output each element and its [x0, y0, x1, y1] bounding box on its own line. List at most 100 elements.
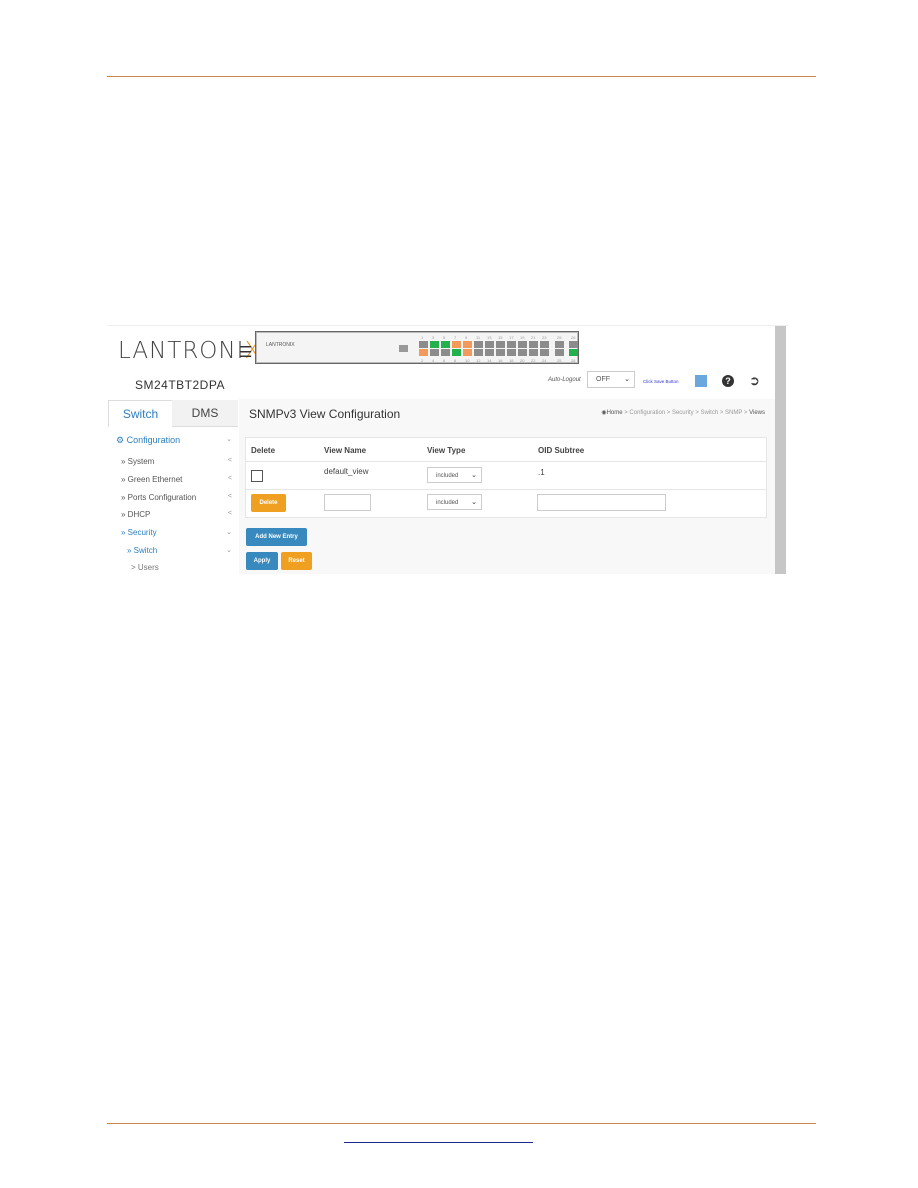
gear-icon: ⚙	[116, 435, 125, 445]
port-bottom[interactable]	[507, 349, 516, 356]
table-row: default_view included ⌄ .1	[246, 462, 766, 490]
port-label: 17	[509, 335, 514, 340]
breadcrumb-item[interactable]: Security	[672, 410, 694, 416]
sidebar-item-label: » Ports Configuration	[121, 493, 197, 502]
new-view-type-select[interactable]: included ⌄	[427, 494, 482, 510]
breadcrumb-item[interactable]: Switch	[701, 410, 719, 416]
sidebar-item-label: Configuration	[126, 435, 181, 445]
auto-logout-label: Auto-Logout	[548, 377, 581, 383]
port-bottom[interactable]	[485, 349, 494, 356]
delete-entry-button[interactable]: Delete	[251, 494, 286, 512]
auto-logout-select[interactable]: OFF ⌄	[587, 371, 635, 388]
port-label: 24	[542, 358, 547, 363]
sidebar-item-dhcp[interactable]: » DHCP <	[121, 510, 238, 519]
device-panel: LANTRONIX 1 2 3 4 5 6 7 8 9 10 11 12 13 14 15 16 17 18 19 2…	[255, 331, 579, 364]
chevron-down-icon: ⌄	[226, 547, 232, 554]
add-new-entry-button[interactable]: Add New Entry	[246, 528, 307, 546]
port-label: 13	[487, 335, 492, 340]
view-name: default_view	[324, 467, 369, 476]
page-title: SNMPv3 View Configuration	[249, 407, 401, 421]
logout-icon[interactable]: ➲	[749, 373, 760, 389]
port-bottom[interactable]	[569, 349, 578, 356]
save-hint: Click Save Button	[643, 379, 679, 384]
port-top[interactable]	[555, 341, 564, 348]
port-top[interactable]	[430, 341, 439, 348]
port-label: 3	[432, 335, 435, 340]
port-label: 2	[421, 358, 424, 363]
delete-checkbox[interactable]	[251, 470, 263, 482]
port-bottom[interactable]	[430, 349, 439, 356]
auto-logout-value: OFF	[596, 376, 610, 383]
port-top[interactable]	[474, 341, 483, 348]
port-label: 21	[531, 335, 536, 340]
table-header: Delete View Name View Type OID Subtree	[246, 438, 766, 462]
sidebar-item-green-ethernet[interactable]: » Green Ethernet <	[121, 475, 238, 484]
port-bottom[interactable]	[540, 349, 549, 356]
footer-rule	[107, 1123, 816, 1124]
port-label: 20	[520, 358, 525, 363]
port-bottom[interactable]	[529, 349, 538, 356]
breadcrumb-current: Views	[749, 410, 765, 416]
port-bottom[interactable]	[463, 349, 472, 356]
port-label: 26	[571, 335, 576, 340]
port-top[interactable]	[452, 341, 461, 348]
port-top[interactable]	[529, 341, 538, 348]
breadcrumb-home[interactable]: Home	[607, 410, 623, 416]
sidebar-item-ports-configuration[interactable]: » Ports Configuration <	[121, 493, 238, 502]
sidebar-item-configuration[interactable]: ⚙ Configuration ⌄	[116, 435, 238, 446]
breadcrumb-item[interactable]: Configuration	[629, 410, 665, 416]
oid-subtree: .1	[538, 468, 545, 477]
sidebar-item-label: » Green Ethernet	[121, 475, 183, 484]
panel-logo: LANTRONIX	[266, 342, 295, 348]
scrollbar[interactable]	[775, 326, 786, 574]
sidebar-item-system[interactable]: » System <	[121, 457, 238, 466]
port-label: 4	[432, 358, 435, 363]
chevron-left-icon: <	[227, 493, 232, 500]
port-bottom[interactable]	[452, 349, 461, 356]
port-bottom[interactable]	[555, 349, 564, 356]
breadcrumb: ◉Home > Configuration > Security > Switc…	[601, 410, 765, 416]
port-label: 5	[443, 335, 446, 340]
port-top[interactable]	[463, 341, 472, 348]
port-label: 16	[498, 358, 503, 363]
chevron-down-icon: ⌄	[471, 499, 477, 506]
oid-subtree-input[interactable]	[537, 494, 666, 511]
chevron-down-icon: ⌄	[624, 376, 630, 383]
port-top[interactable]	[518, 341, 527, 348]
port-top[interactable]	[540, 341, 549, 348]
help-icon[interactable]: ?	[722, 375, 734, 387]
save-icon[interactable]	[695, 375, 707, 387]
port-top[interactable]	[507, 341, 516, 348]
sidebar-item-users[interactable]: > Users	[131, 563, 238, 572]
sidebar-item-switch[interactable]: » Switch ⌄	[127, 546, 238, 555]
port-bottom[interactable]	[441, 349, 450, 356]
sidebar-item-label: » DHCP	[121, 510, 151, 519]
tab-switch[interactable]: Switch	[108, 400, 173, 427]
footer-link-underline[interactable]	[344, 1142, 533, 1143]
port-bottom[interactable]	[419, 349, 428, 356]
port-top[interactable]	[441, 341, 450, 348]
sidebar-item-label: > Users	[131, 563, 159, 572]
port-bottom[interactable]	[496, 349, 505, 356]
port-label: 22	[531, 358, 536, 363]
sidebar-item-security[interactable]: » Security ⌄	[121, 528, 238, 537]
sidebar-item-label: » System	[121, 457, 155, 466]
port-top[interactable]	[569, 341, 578, 348]
apply-button[interactable]: Apply	[246, 552, 278, 570]
view-name-input[interactable]	[324, 494, 371, 511]
port-top[interactable]	[419, 341, 428, 348]
port-bottom[interactable]	[474, 349, 483, 356]
tab-dms[interactable]: DMS	[172, 400, 238, 427]
port-label: 1	[421, 335, 424, 340]
port-top[interactable]	[485, 341, 494, 348]
col-view-type: View Type	[427, 446, 466, 455]
port-bottom[interactable]	[518, 349, 527, 356]
reset-button[interactable]: Reset	[281, 552, 312, 570]
header-rule	[107, 76, 816, 77]
menu-icon[interactable]: ☰	[239, 343, 252, 361]
view-type-select[interactable]: included ⌄	[427, 467, 482, 483]
col-oid-subtree: OID Subtree	[538, 446, 585, 455]
port-label: 7	[454, 335, 457, 340]
port-top[interactable]	[496, 341, 505, 348]
breadcrumb-item[interactable]: SNMP	[725, 410, 742, 416]
